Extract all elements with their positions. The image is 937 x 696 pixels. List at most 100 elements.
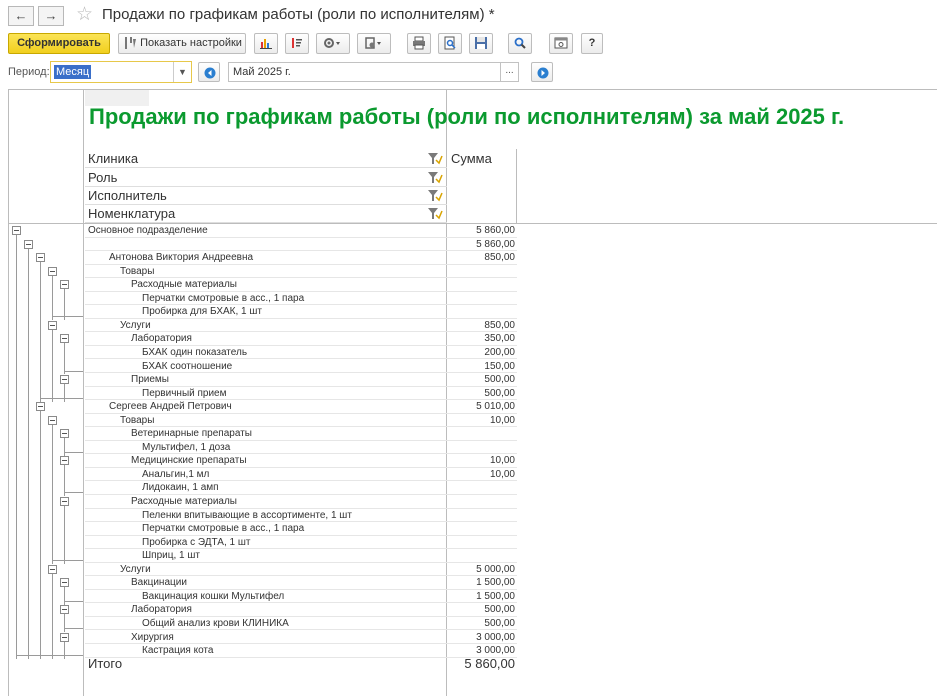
table-row[interactable]: Лаборатория 350,00 — [85, 332, 517, 346]
collapse-toggle-icon[interactable] — [60, 497, 69, 506]
favorite-star-icon[interactable]: ☆ — [76, 5, 93, 25]
collapse-toggle-icon[interactable] — [48, 266, 57, 276]
variants-dropdown-button[interactable] — [357, 33, 391, 54]
filter-funnel-icon[interactable] — [427, 207, 443, 221]
chevron-down-icon[interactable]: ▼ — [173, 62, 191, 82]
preview-button[interactable] — [438, 33, 462, 54]
table-row[interactable]: Услуги 5 000,00 — [85, 563, 517, 577]
generate-button[interactable]: Сформировать — [8, 33, 110, 54]
sort-button[interactable] — [285, 33, 309, 54]
help-button[interactable]: ? — [581, 33, 603, 54]
previous-period-button[interactable] — [198, 62, 220, 82]
table-row[interactable]: Анальгин,1 мл 10,00 — [85, 468, 517, 482]
table-row[interactable]: Приемы 500,00 — [85, 373, 517, 387]
table-row[interactable]: Медицинские препараты 10,00 — [85, 454, 517, 468]
table-row[interactable]: Товары 10,00 — [85, 414, 517, 428]
table-row[interactable]: Ветеринарные препараты — [85, 427, 517, 441]
table-row[interactable]: Вакцинации 1 500,00 — [85, 576, 517, 590]
table-row[interactable]: Пробирка для БХАК, 1 шт — [85, 305, 517, 319]
table-row[interactable]: БХАК один показатель 200,00 — [85, 346, 517, 360]
tree-guide-line — [40, 262, 41, 402]
group-header-performer[interactable]: Исполнитель — [85, 187, 447, 205]
collapse-toggle-icon[interactable] — [36, 402, 45, 412]
row-label: Антонова Виктория Андреевна — [109, 252, 254, 264]
table-row[interactable]: Мультифел, 1 доза — [85, 441, 517, 455]
table-row[interactable]: БХАК соотношение 150,00 — [85, 360, 517, 374]
show-settings-button[interactable]: Показать настройки — [118, 33, 246, 54]
group-header-clinic[interactable]: Клиника — [85, 150, 447, 168]
settings-tools-icon — [125, 37, 136, 50]
row-value: 5 860,00 — [476, 238, 515, 250]
collapse-toggle-icon[interactable] — [60, 429, 69, 439]
collapse-toggle-icon[interactable] — [60, 334, 69, 344]
tree-guide-line — [64, 560, 83, 562]
table-row[interactable]: Товары — [85, 265, 517, 279]
window-settings-button[interactable] — [549, 33, 573, 54]
table-row[interactable]: Лаборатория 500,00 — [85, 603, 517, 617]
forward-button[interactable]: → — [38, 6, 64, 26]
table-row[interactable]: Шприц, 1 шт — [85, 549, 517, 563]
collapse-toggle-icon[interactable] — [48, 564, 57, 574]
row-value: 850,00 — [484, 252, 515, 264]
period-choose-button[interactable]: ... — [501, 62, 519, 82]
table-row[interactable]: Общий анализ крови КЛИНИКА 500,00 — [85, 617, 517, 631]
table-row[interactable]: Лидокаин, 1 амп — [85, 481, 517, 495]
tree-guide-line — [64, 587, 65, 605]
filter-funnel-icon[interactable] — [427, 152, 443, 166]
filter-funnel-icon[interactable] — [427, 171, 443, 185]
print-icon — [413, 36, 425, 50]
table-row[interactable]: Вакцинация кошки Мультифел 1 500,00 — [85, 590, 517, 604]
table-row[interactable]: Перчатки смотровые в асс., 1 пара — [85, 522, 517, 536]
table-row[interactable]: Перчатки смотровые в асс., 1 пара — [85, 292, 517, 306]
tree-guide-line — [16, 235, 17, 660]
tree-guide-line — [64, 492, 83, 494]
row-label: Расходные материалы — [131, 496, 237, 507]
group-header-nomenclature[interactable]: Номенклатура — [85, 205, 447, 223]
table-row[interactable]: Основное подразделение 5 860,00 — [85, 224, 517, 238]
table-row[interactable]: Антонова Виктория Андреевна 850,00 — [85, 251, 517, 265]
group-header-role[interactable]: Роль — [85, 169, 447, 187]
table-row[interactable]: Услуги 850,00 — [85, 319, 517, 333]
collapse-toggle-icon[interactable] — [60, 280, 69, 290]
table-row[interactable]: Пеленки впитывающие в ассортименте, 1 шт — [85, 509, 517, 523]
collapse-toggle-icon[interactable] — [60, 605, 69, 615]
tree-guide-line — [52, 329, 53, 402]
table-row[interactable]: Расходные материалы — [85, 495, 517, 509]
collapse-toggle-icon[interactable] — [60, 578, 69, 588]
table-row[interactable]: Первичный прием 500,00 — [85, 387, 517, 401]
sort-icon — [292, 38, 302, 49]
row-label: Анальгин,1 мл — [142, 468, 210, 480]
collapse-toggle-icon[interactable] — [48, 320, 57, 330]
filter-funnel-icon[interactable] — [427, 189, 443, 203]
total-row: Итого 5 860,00 — [85, 654, 517, 674]
collapse-toggle-icon[interactable] — [24, 239, 33, 249]
table-row[interactable]: Расходные материалы — [85, 278, 517, 292]
table-row[interactable]: Сергеев Андрей Петрович 5 010,00 — [85, 400, 517, 414]
collapse-toggle-icon[interactable] — [60, 456, 69, 466]
row-label: Расходные материалы — [131, 279, 237, 291]
back-button[interactable]: ← — [8, 6, 34, 26]
collapse-toggle-icon[interactable] — [12, 226, 21, 235]
next-period-button[interactable] — [531, 62, 553, 82]
table-row[interactable]: 5 860,00 — [85, 238, 517, 252]
collapse-toggle-icon[interactable] — [36, 253, 45, 263]
tree-guide-line — [64, 614, 65, 632]
table-row[interactable]: Хирургия 3 000,00 — [85, 631, 517, 645]
period-type-select[interactable]: Месяц ▼ — [50, 61, 192, 83]
report-area[interactable]: Продажи по графикам работы (роли по испо… — [8, 89, 937, 696]
settings-dropdown-button[interactable] — [316, 33, 350, 54]
period-value-field[interactable]: Май 2025 г. — [228, 62, 501, 82]
collapse-toggle-icon[interactable] — [60, 632, 69, 642]
row-value: 10,00 — [489, 468, 515, 480]
toolbar: Сформировать Показать настройки ? — [0, 32, 937, 56]
tree-guide-line — [64, 506, 65, 565]
save-button[interactable] — [469, 33, 493, 54]
print-button[interactable] — [407, 33, 431, 54]
tree-guide-line — [64, 627, 83, 629]
collapse-toggle-icon[interactable] — [60, 375, 69, 385]
row-label: Перчатки смотровые в асс., 1 пара — [142, 523, 305, 535]
search-button[interactable] — [508, 33, 532, 54]
collapse-toggle-icon[interactable] — [48, 415, 57, 425]
chart-button[interactable] — [254, 33, 278, 54]
table-row[interactable]: Пробирка с ЭДТА, 1 шт — [85, 536, 517, 550]
